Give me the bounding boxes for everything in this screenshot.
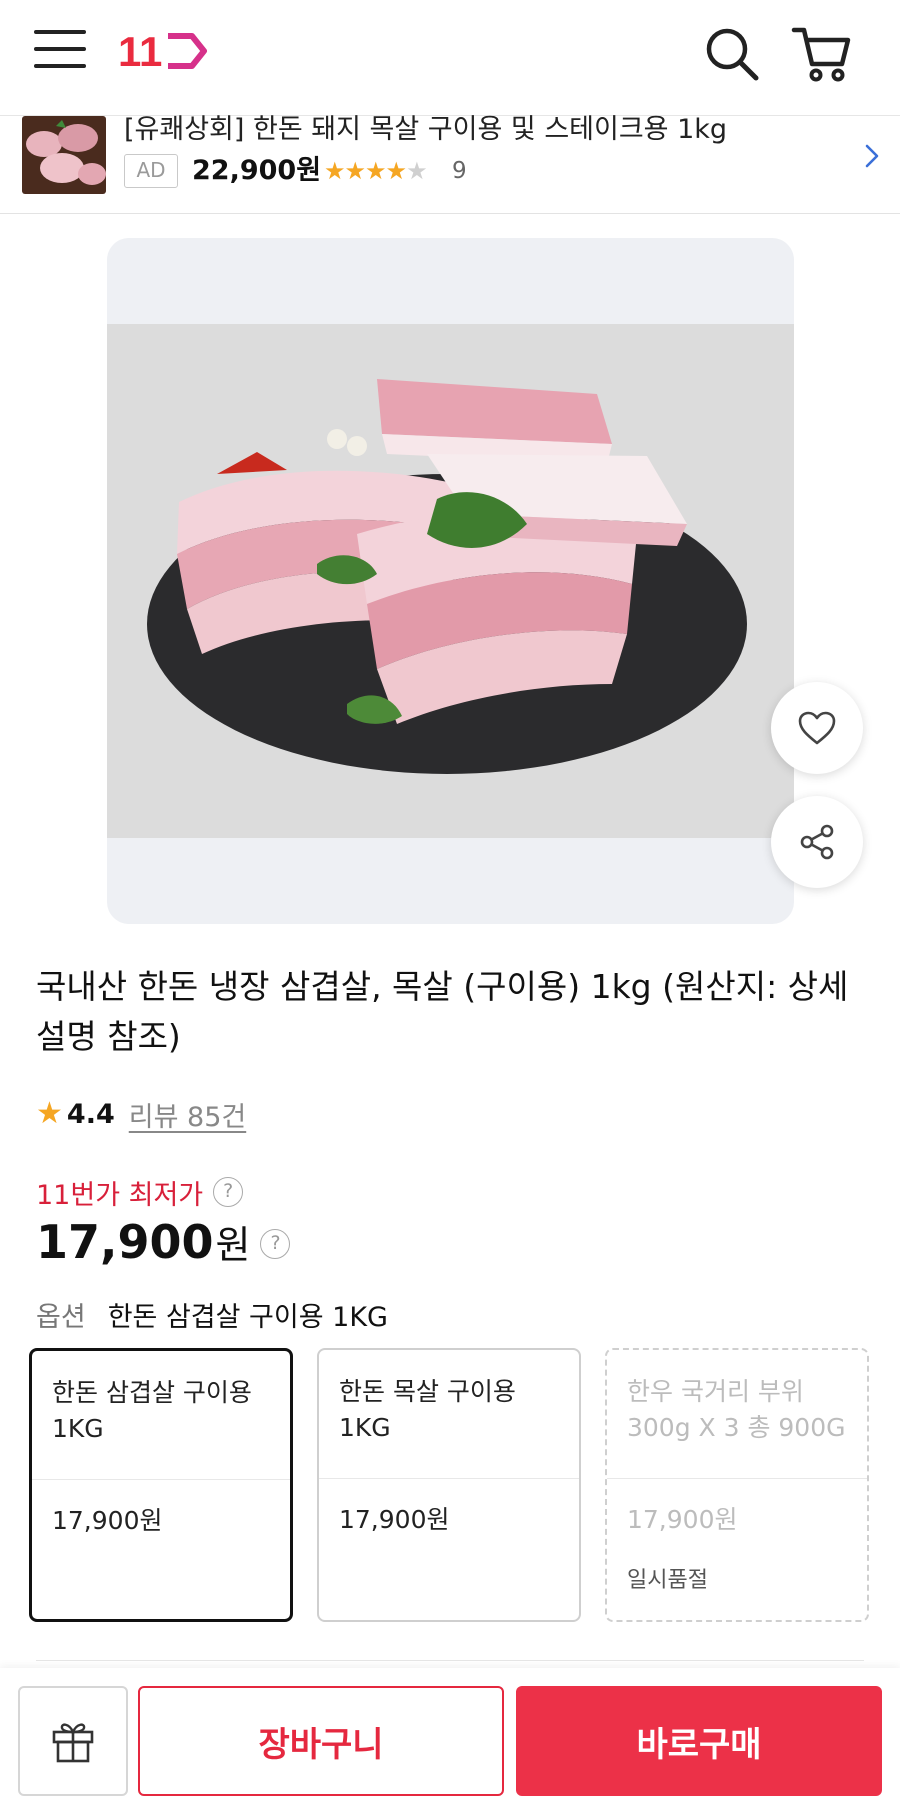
option-row: 옵션 한돈 삼겹살 구이용 1KG (36, 1294, 388, 1334)
star-icon: ★ (324, 157, 345, 185)
search-icon[interactable] (702, 24, 762, 84)
share-icon (800, 824, 834, 860)
option-card[interactable]: 한돈 목살 구이용 1KG 17,900원 (317, 1348, 581, 1622)
ad-title: [유쾌상회] 한돈 돼지 목살 구이용 및 스테이크용 1kg (124, 114, 728, 145)
divider (36, 1660, 864, 1661)
logo-text: 11 (118, 28, 162, 74)
star-icon: ★ (365, 157, 386, 185)
product-photo (107, 324, 794, 838)
review-link[interactable]: 리뷰 85건 (129, 1095, 246, 1134)
option-price: 17,900원 (627, 1505, 738, 1534)
option-price: 17,900원 (339, 1505, 450, 1534)
ad-review-count: 9 (452, 158, 467, 184)
ad-banner[interactable]: [유쾌상회] 한돈 돼지 목살 구이용 및 스테이크용 1kg AD 22,90… (0, 116, 900, 214)
ad-price: 22,900원 (192, 155, 322, 186)
price-row: 17,900 원 ? (36, 1214, 291, 1274)
gift-button[interactable] (18, 1686, 128, 1796)
product-title: 국내산 한돈 냉장 삼겹살, 목살 (구이용) 1kg (원산지: 상세설명 참… (36, 967, 849, 1056)
divider (32, 1479, 290, 1480)
cart-icon[interactable] (790, 22, 852, 84)
help-icon[interactable]: ? (213, 1177, 244, 1207)
rating-row: ★ 4.4 리뷰 85건 (36, 1094, 246, 1134)
option-name: 한돈 목살 구이용 1KG (339, 1377, 516, 1442)
price-amount: 17,900 (36, 1215, 214, 1269)
bottom-action-bar: 장바구니 바로구매 (0, 1668, 900, 1816)
price-unit: 원 (215, 1223, 251, 1267)
like-button[interactable] (771, 682, 863, 774)
option-name: 한우 국거리 부위 300g X 3 총 900G (627, 1377, 846, 1442)
lowest-price-label: 11번가 최저가 (36, 1179, 204, 1211)
product-image[interactable] (107, 238, 794, 924)
buy-now-button[interactable]: 바로구매 (516, 1686, 882, 1796)
menu-icon[interactable] (34, 30, 86, 74)
option-card[interactable]: 한돈 삼겹살 구이용 1KG 17,900원 (29, 1348, 293, 1622)
option-status: 일시품절 (627, 1568, 708, 1593)
gift-icon (52, 1723, 94, 1763)
logo[interactable]: 11 (118, 28, 210, 75)
share-button[interactable] (771, 796, 863, 888)
ad-rating-stars: ★★★★★ (324, 156, 428, 186)
chevron-right-icon[interactable] (862, 140, 882, 172)
option-name: 한돈 삼겹살 구이용 1KG (52, 1378, 252, 1443)
lowest-price-row: 11번가 최저가 ? (36, 1172, 244, 1212)
star-icon: ★ (344, 157, 366, 185)
heart-icon (798, 711, 836, 745)
rating-value: 4.4 (66, 1098, 115, 1130)
option-label: 옵션 (36, 1301, 86, 1333)
star-icon: ★ (385, 157, 407, 185)
ad-badge: AD (124, 154, 178, 188)
star-icon: ★ (36, 1096, 63, 1131)
divider (319, 1478, 579, 1479)
divider (607, 1478, 867, 1479)
help-icon[interactable]: ? (260, 1229, 291, 1259)
option-price: 17,900원 (52, 1506, 163, 1535)
add-to-cart-button[interactable]: 장바구니 (138, 1686, 504, 1796)
option-selected-value: 한돈 삼겹살 구이용 1KG (107, 1301, 388, 1333)
top-header: 11 (0, 0, 900, 116)
option-card[interactable]: 한우 국거리 부위 300g X 3 총 900G 17,900원 일시품절 (605, 1348, 869, 1622)
star-icon: ★ (406, 157, 427, 185)
ad-thumbnail (22, 116, 106, 194)
